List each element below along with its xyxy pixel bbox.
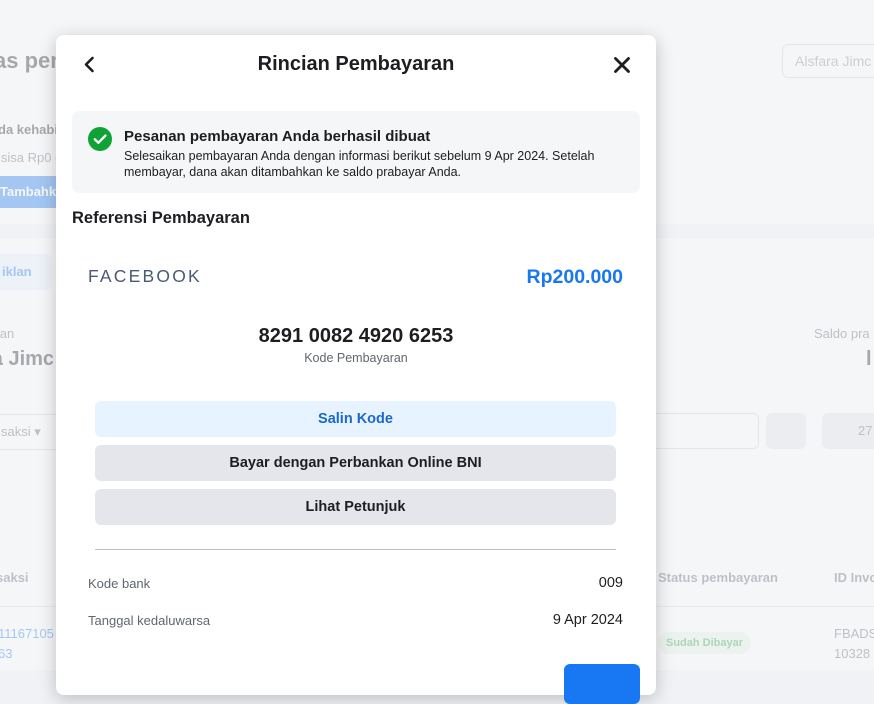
- success-description: Selesaikan pembayaran Anda dengan inform…: [124, 149, 595, 179]
- bg-row-invoice: FBADS 10328: [834, 626, 874, 661]
- close-button[interactable]: [610, 53, 634, 77]
- merchant-name: FACEBOOK: [88, 266, 202, 286]
- bg-card-title: da kehabi: [0, 122, 58, 137]
- success-banner: Pesanan pembayaran Anda berhasil dibuat …: [72, 111, 640, 193]
- bg-status-badge: Sudah Dibayar: [658, 632, 752, 654]
- bg-balance-label: Saldo pra: [814, 326, 870, 341]
- divider: [95, 549, 616, 550]
- view-instructions-button[interactable]: Lihat Petunjuk: [95, 489, 616, 525]
- bg-account-label: llan: [0, 326, 15, 341]
- payment-details-modal: Rincian Pembayaran Pesanan pembayaran An…: [56, 35, 656, 704]
- close-icon: [614, 57, 630, 73]
- bank-code-label: Kode bank: [88, 576, 151, 591]
- reference-heading: Referensi Pembayaran: [72, 209, 250, 227]
- payment-code: 8291 0082 4920 6253: [258, 325, 454, 347]
- primary-action-button[interactable]: [564, 664, 640, 704]
- expiry-date-row: Tanggal kedaluwarsa 9 Apr 2024: [88, 612, 623, 628]
- expiry-date-value: 9 Apr 2024: [552, 612, 623, 628]
- payment-code-label: Kode Pembayaran: [304, 351, 408, 365]
- bg-balance-value: l: [866, 348, 872, 370]
- bg-col-invoice: ID Invo: [834, 570, 874, 585]
- modal-title: Rincian Pembayaran: [257, 53, 455, 75]
- success-title: Pesanan pembayaran Anda berhasil dibuat: [124, 128, 431, 145]
- bg-filter-input[interactable]: [650, 413, 759, 449]
- bg-filter-button[interactable]: [766, 413, 806, 449]
- expiry-date-label: Tanggal kedaluwarsa: [88, 613, 211, 628]
- bg-account-name: ra Jimc: [0, 348, 55, 370]
- bg-card-text: isisa Rp0 d: [0, 150, 63, 165]
- bg-tab-ads[interactable]: iklan: [0, 254, 52, 290]
- bg-col-status: Status pembayaran: [658, 570, 778, 585]
- bg-row-transaction-id[interactable]: 11167105 63: [0, 624, 54, 664]
- check-circle-icon: [88, 127, 112, 151]
- copy-code-button[interactable]: Salin Kode: [95, 401, 616, 437]
- bg-col-transaction: saksi: [0, 570, 29, 585]
- bank-code-row: Kode bank 009: [88, 575, 623, 591]
- bank-code-value: 009: [598, 575, 623, 591]
- bg-date-button[interactable]: 27: [822, 413, 874, 449]
- pay-online-bni-button[interactable]: Bayar dengan Perbankan Online BNI: [95, 445, 616, 481]
- bg-search-input[interactable]: Alsfara Jimc: [782, 44, 874, 78]
- payment-amount: Rp200.000: [526, 266, 623, 288]
